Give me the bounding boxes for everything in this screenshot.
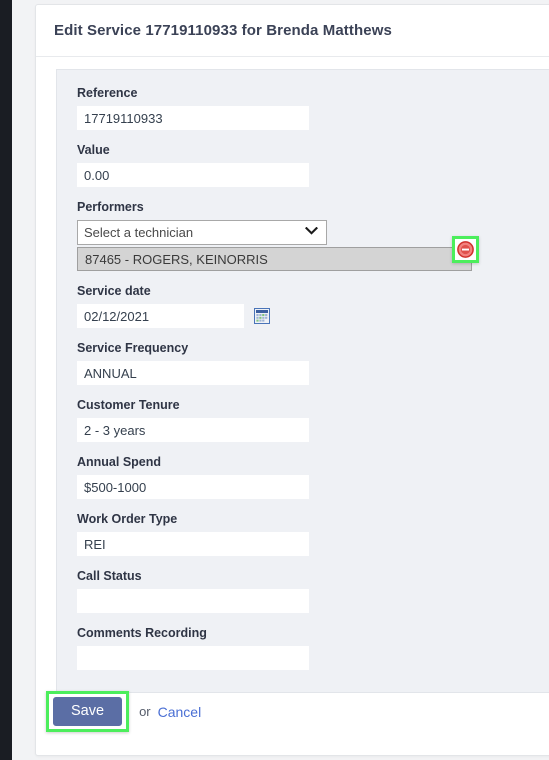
technician-select[interactable]: Select a technician [77,220,327,245]
reference-input[interactable] [77,106,309,130]
field-customer-tenure: Customer Tenure [77,398,549,442]
field-comments-recording: Comments Recording [77,626,549,670]
label-performers: Performers [77,200,144,214]
label-work-order-type: Work Order Type [77,512,178,526]
field-service-date: Service date [77,284,549,328]
remove-performer-highlight [452,236,479,263]
field-annual-spend: Annual Spend [77,455,549,499]
field-reference: Reference [77,86,549,130]
service-date-input[interactable] [77,304,244,328]
selected-performer-row: 87465 - ROGERS, KEINORRIS [77,236,479,271]
edit-service-card: Edit Service 17719110933 for Brenda Matt… [35,4,549,756]
selected-performer-label: 87465 - ROGERS, KEINORRIS [85,251,268,267]
call-status-input[interactable] [77,589,309,613]
service-form-panel: Reference Value Performers Select a tech… [56,69,549,693]
label-value: Value [77,143,110,157]
service-frequency-input[interactable] [77,361,309,385]
field-performers: Performers Select a technician 87465 - R… [77,200,549,271]
remove-circle-icon[interactable] [457,241,474,258]
label-call-status: Call Status [77,569,142,583]
value-input[interactable] [77,163,309,187]
field-service-frequency: Service Frequency [77,341,549,385]
app-navigation-rail [0,0,12,760]
technician-select-wrapper: Select a technician [77,220,327,245]
label-comments-recording: Comments Recording [77,626,207,640]
page-title: Edit Service 17719110933 for Brenda Matt… [54,22,392,39]
label-customer-tenure: Customer Tenure [77,398,180,412]
form-actions: Save or Cancel [46,691,201,732]
work-order-type-input[interactable] [77,532,309,556]
label-reference: Reference [77,86,138,100]
card-header: Edit Service 17719110933 for Brenda Matt… [36,5,549,57]
save-button-highlight: Save [46,691,130,732]
field-work-order-type: Work Order Type [77,512,549,556]
customer-tenure-input[interactable] [77,418,309,442]
cancel-link[interactable]: Cancel [158,704,202,720]
label-service-frequency: Service Frequency [77,341,189,355]
comments-recording-input[interactable] [77,646,309,670]
or-label: or [139,704,151,719]
label-service-date: Service date [77,284,151,298]
annual-spend-input[interactable] [77,475,309,499]
service-date-row [77,304,549,328]
label-annual-spend: Annual Spend [77,455,162,469]
save-button[interactable]: Save [53,697,123,726]
field-value: Value [77,143,549,187]
calendar-icon[interactable] [254,308,270,324]
page-root: Edit Service 17719110933 for Brenda Matt… [0,0,549,760]
field-call-status: Call Status [77,569,549,613]
